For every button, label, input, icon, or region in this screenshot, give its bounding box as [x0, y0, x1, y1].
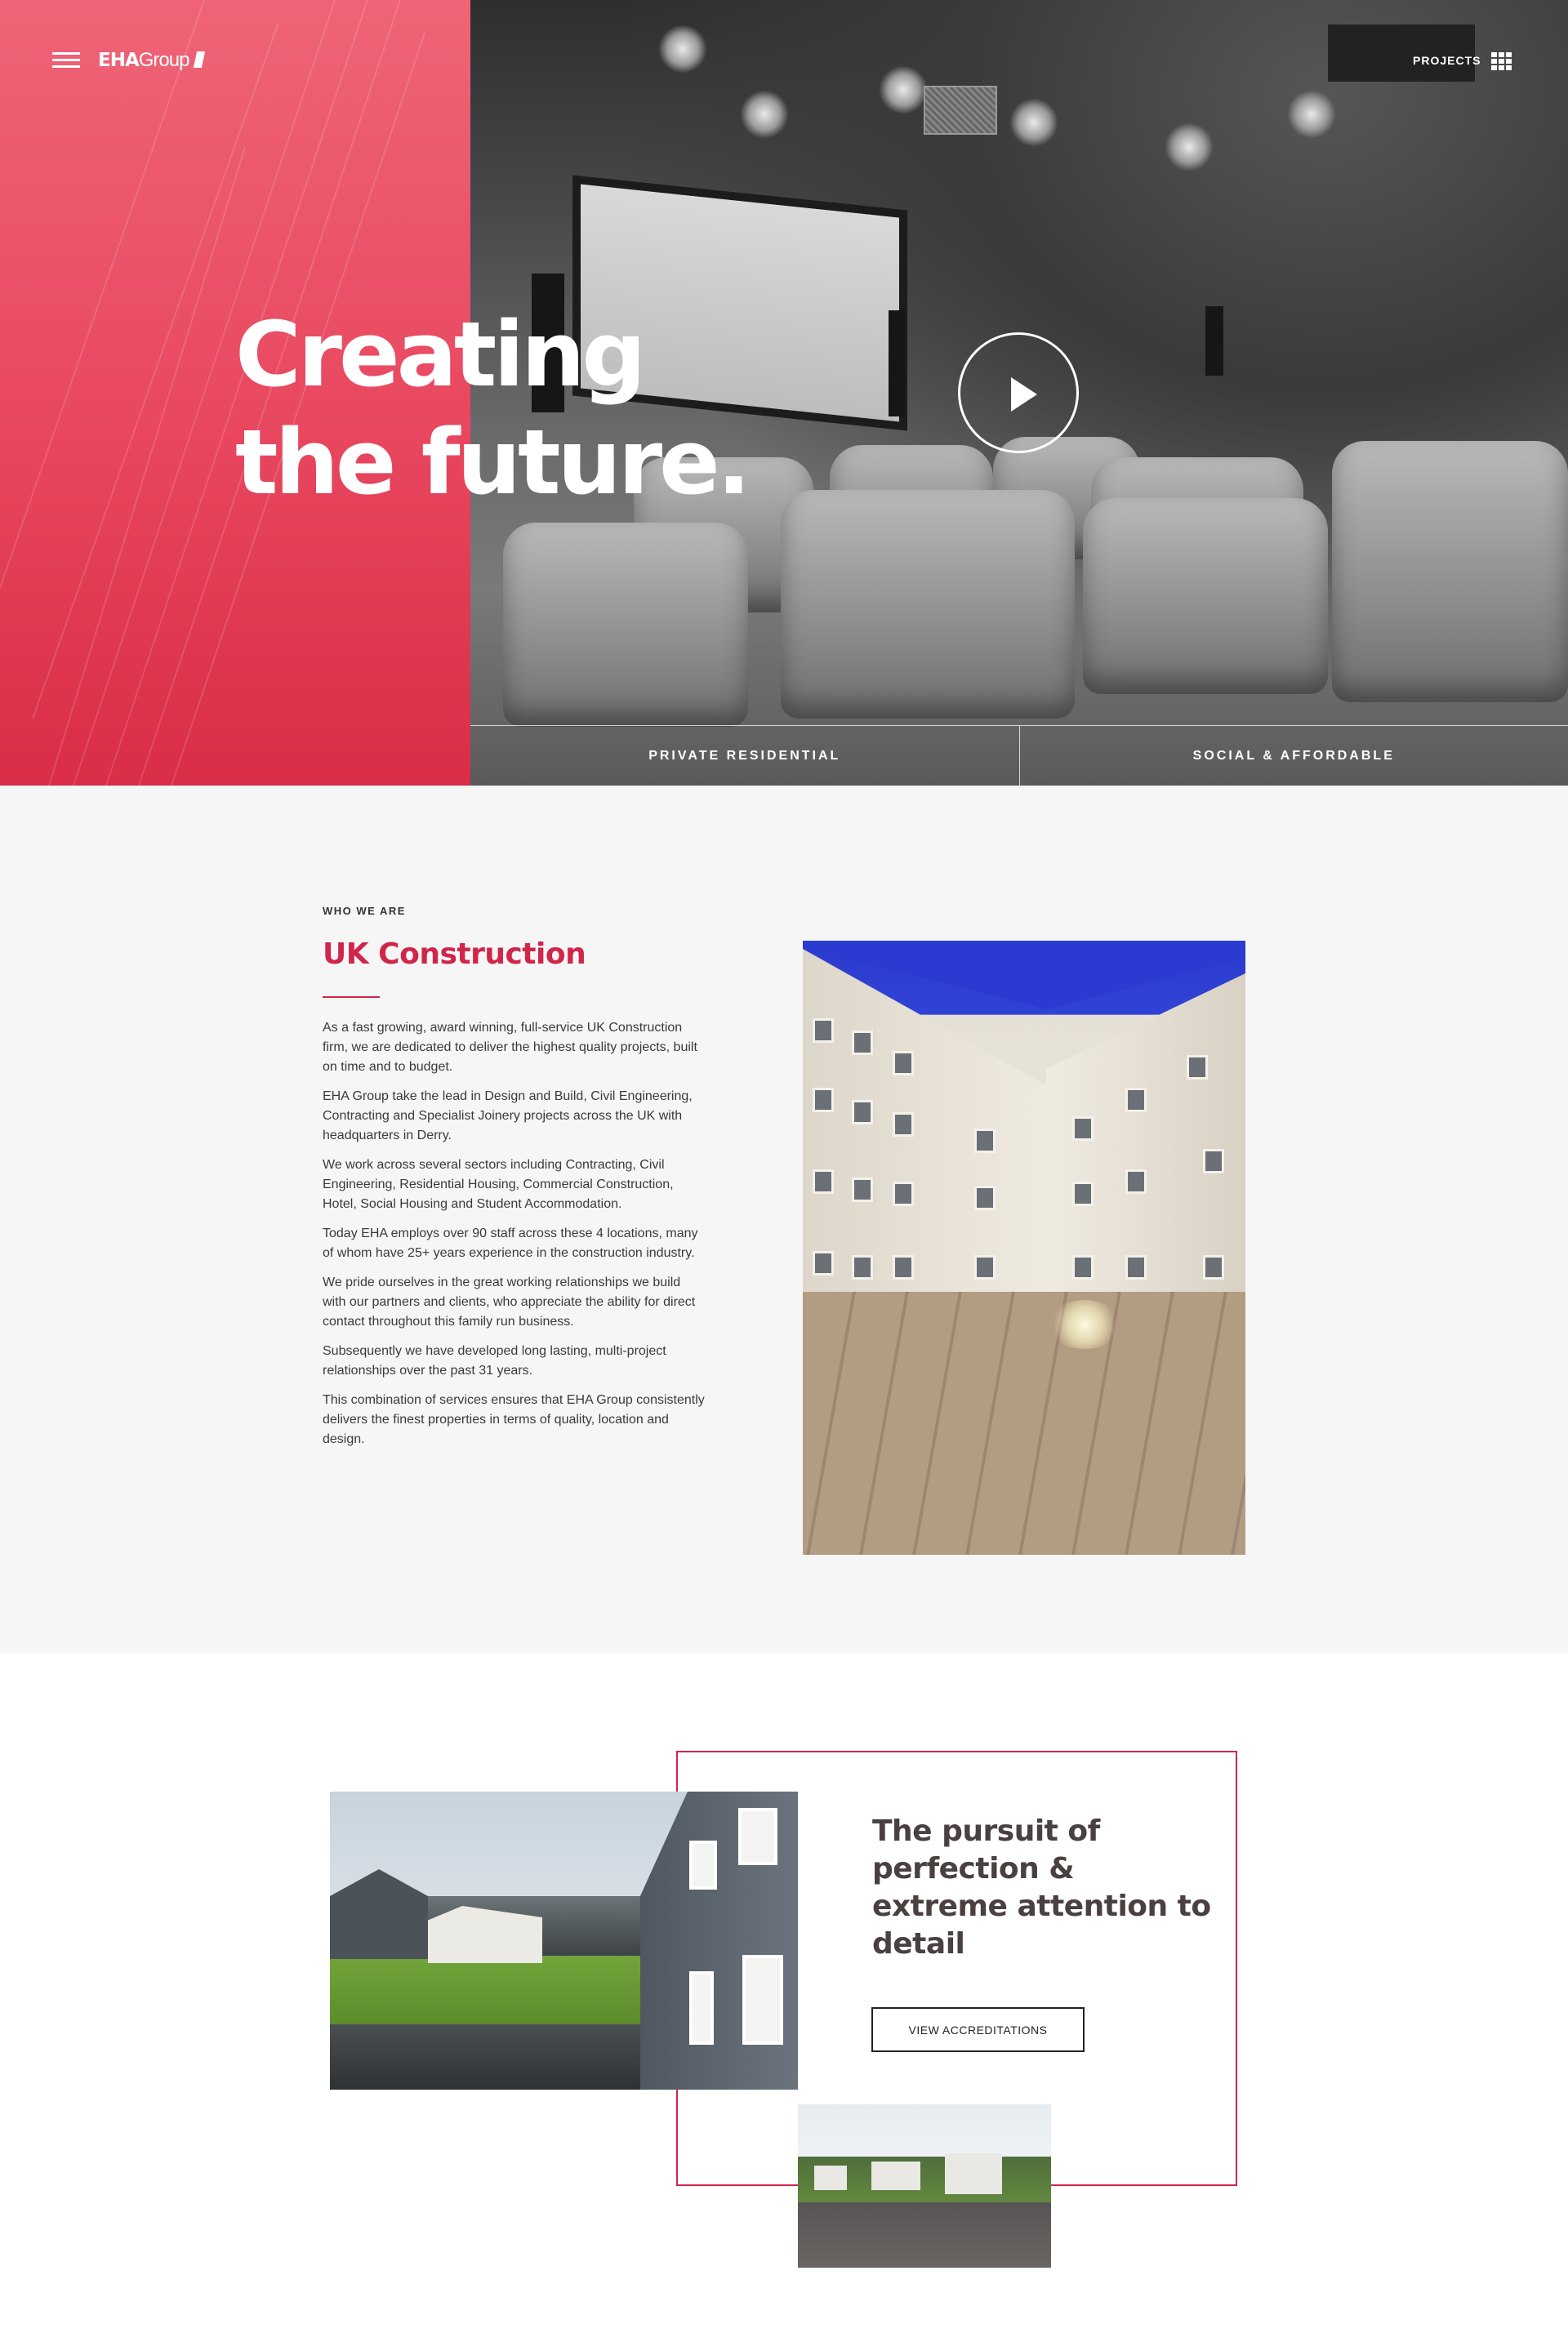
about-paragraph: As a fast growing, award winning, full-s… [323, 1021, 697, 1074]
section-title: UK Construction [323, 937, 586, 971]
grid-menu-icon[interactable] [1491, 52, 1512, 70]
cinema-seat [1083, 498, 1328, 694]
cinema-seat [1332, 441, 1568, 702]
play-video-button[interactable] [958, 332, 1079, 453]
about-paragraph: Today EHA employs over 90 staff across t… [323, 1227, 698, 1260]
speaker [1205, 306, 1223, 376]
cinema-seat [503, 523, 748, 727]
about-copy: As a fast growing, award winning, full-s… [323, 1018, 706, 1459]
ceiling-light [1287, 90, 1336, 139]
section-kicker: WHO WE ARE [323, 905, 406, 917]
who-we-are-section: WHO WE ARE UK Construction As a fast gro… [0, 786, 1568, 1653]
housing-development-photo [330, 1792, 798, 2090]
ceiling-light [1165, 122, 1214, 171]
about-paragraph: Subsequently we have developed long last… [323, 1344, 666, 1378]
sector-nav: PRIVATE RESIDENTIAL SOCIAL & AFFORDABLE [470, 725, 1568, 786]
ceiling-light [1009, 98, 1058, 147]
about-paragraph: EHA Group take the lead in Design and Bu… [323, 1089, 693, 1142]
about-paragraph: This combination of services ensures tha… [323, 1393, 705, 1446]
eha-group-logo[interactable]: EHAGroup [98, 49, 206, 72]
about-paragraph: We work across several sectors including… [323, 1158, 674, 1211]
cinema-seat [781, 490, 1075, 719]
ceiling-light [658, 24, 707, 73]
sector-social-affordable[interactable]: SOCIAL & AFFORDABLE [1018, 726, 1568, 786]
perfection-section: The pursuit of perfection & extreme atte… [0, 1653, 1568, 2333]
hero-section: EHAGroup PROJECTS Creating the future. P… [0, 0, 1568, 786]
courtyard-photo [803, 941, 1245, 1555]
projects-link[interactable]: PROJECTS [1413, 54, 1481, 67]
sector-private-residential[interactable]: PRIVATE RESIDENTIAL [470, 726, 1019, 786]
hero-title: Creating the future. [235, 302, 751, 514]
ceiling-vent [924, 86, 997, 135]
about-paragraph: We pride ourselves in the great working … [323, 1276, 696, 1329]
view-accreditations-button[interactable]: VIEW ACCREDITATIONS [871, 2007, 1085, 2052]
menu-icon[interactable] [52, 52, 80, 69]
perfection-heading: The pursuit of perfection & extreme atte… [872, 1814, 1211, 1961]
title-underline [323, 996, 380, 998]
housing-street-photo [798, 2104, 1051, 2268]
logo-mark-icon [194, 51, 206, 68]
speaker [889, 310, 905, 416]
projector [1328, 24, 1475, 82]
ceiling-light [740, 90, 789, 139]
play-icon [1011, 377, 1037, 412]
ceiling-light [879, 65, 928, 114]
